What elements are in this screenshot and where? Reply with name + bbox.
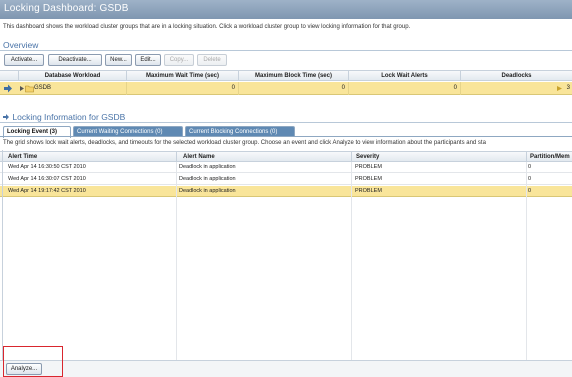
event-row-selected[interactable]: Wed Apr 14 19:17:42 CST 2010 Deadlock in… [0, 186, 572, 197]
event-row[interactable]: Wed Apr 14 16:30:07 CST 2010 Deadlock in… [0, 174, 572, 185]
lock-wait-alerts-value: 0 [453, 85, 457, 91]
alert-partition: 0 [528, 176, 532, 182]
grid-column-line [176, 162, 177, 360]
locking-divider [0, 122, 572, 123]
new-button[interactable]: New... [105, 54, 132, 66]
column-header-partition[interactable]: Partition/Mem [526, 152, 572, 162]
column-header-severity[interactable]: Severity [351, 152, 526, 162]
activate-button[interactable]: Activate... [4, 54, 44, 66]
alert-severity: PROBLEM [355, 176, 382, 182]
event-row[interactable]: Wed Apr 14 16:30:50 CST 2010 Deadlock in… [0, 162, 572, 173]
column-separator [460, 82, 461, 95]
folder-icon [25, 82, 34, 95]
alert-name: Deadlock in application [179, 164, 236, 170]
deadlocks-value[interactable]: 3 [560, 82, 570, 95]
dashboard-description: This dashboard shows the workload cluste… [3, 24, 411, 30]
title-bar: Locking Dashboard: GSDB [0, 0, 572, 19]
workload-name: GSDB [34, 85, 52, 91]
delete-button[interactable]: Delete [197, 54, 227, 66]
selector-column-header [0, 71, 18, 81]
alert-severity: PROBLEM [355, 164, 382, 170]
window-title: Locking Dashboard: GSDB [4, 3, 129, 14]
locking-info-heading-label: Locking Information for GSDB [12, 112, 126, 122]
column-header-alert-name[interactable]: Alert Name [176, 152, 351, 162]
alert-partition: 0 [528, 188, 532, 194]
row-arrow-icon [3, 82, 15, 95]
max-wait-value: 0 [231, 85, 235, 91]
overview-heading-label: Overview [3, 40, 39, 50]
grid-footer [0, 360, 572, 377]
grid-left-border [2, 150, 3, 360]
column-header-max-wait-time[interactable]: Maximum Wait Time (sec) [126, 71, 238, 81]
column-header-lock-wait-alerts[interactable]: Lock Wait Alerts [348, 71, 460, 81]
max-block-value: 0 [341, 85, 345, 91]
highlight-box [3, 346, 63, 377]
alert-time: Wed Apr 14 19:17:42 CST 2010 [8, 188, 86, 194]
events-grid-header: Alert Time Alert Name Severity Partition… [0, 151, 572, 162]
overview-row-gsdb[interactable]: GSDB 0 0 0 3 [0, 82, 572, 95]
locking-info-heading: Locking Information for GSDB [3, 112, 125, 122]
copy-button[interactable]: Copy... [164, 54, 194, 66]
overview-divider [0, 50, 572, 51]
edit-button[interactable]: Edit... [135, 54, 161, 66]
grid-description: The grid shows lock wait alerts, deadloc… [3, 140, 486, 146]
overview-grid-header: Database Workload Maximum Wait Time (sec… [0, 70, 572, 81]
alert-time: Wed Apr 14 16:30:07 CST 2010 [8, 176, 86, 182]
alert-name: Deadlock in application [179, 176, 236, 182]
alert-time: Wed Apr 14 16:30:50 CST 2010 [8, 164, 86, 170]
overview-heading: Overview [3, 40, 38, 50]
column-header-alert-time[interactable]: Alert Time [3, 152, 176, 162]
tab-underline [0, 136, 572, 137]
alert-partition: 0 [528, 164, 532, 170]
grid-column-line [526, 162, 527, 360]
alert-severity: PROBLEM [355, 188, 382, 194]
column-header-deadlocks[interactable]: Deadlocks [460, 71, 572, 81]
column-header-max-block-time[interactable]: Maximum Block Time (sec) [238, 71, 348, 81]
section-arrow-icon [3, 112, 9, 120]
deactivate-button[interactable]: Deactivate... [48, 54, 102, 66]
column-header-database-workload[interactable]: Database Workload [18, 71, 126, 81]
grid-column-line [351, 162, 352, 360]
alert-name: Deadlock in application [179, 188, 236, 194]
